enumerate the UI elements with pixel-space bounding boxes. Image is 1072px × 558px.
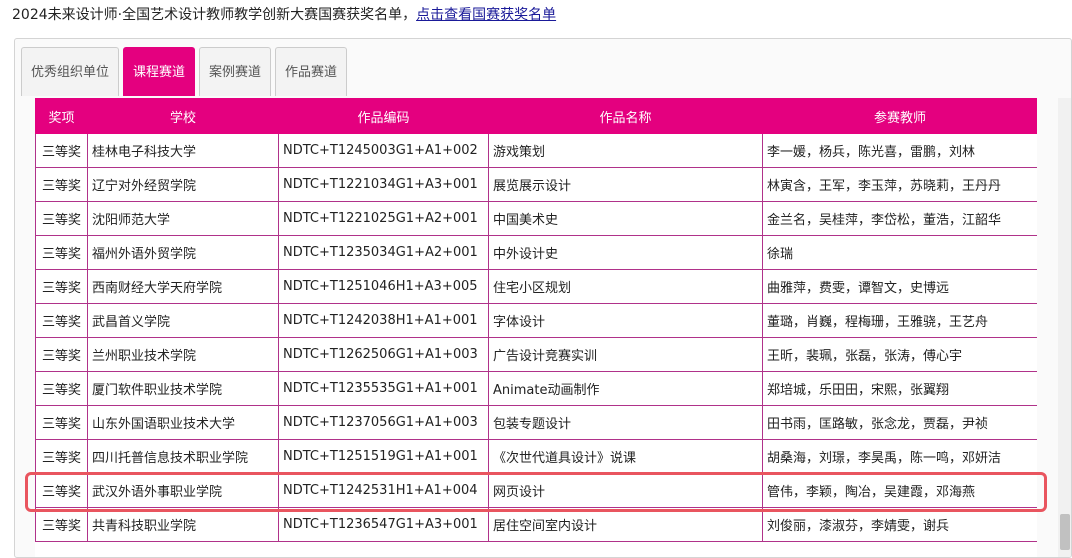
cell-school: 武昌首义学院: [87, 303, 279, 338]
table-row: 三等奖 四川托普信息技术职业学院 NDTC+T1251519G1+A1+001 …: [35, 439, 1037, 474]
cell-teachers: 郑培城，乐田田，宋熙，张翼翔: [762, 371, 1037, 406]
content-panel: 优秀组织单位 课程赛道 案例赛道 作品赛道 奖项 学校 作品编码 作品名称 参赛…: [14, 38, 1072, 558]
cell-teachers: 王昕，裴珮，张磊，张涛，傅心宇: [762, 337, 1037, 372]
cell-work-name: 网页设计: [488, 473, 763, 508]
cell-teachers: 董璐，肖巍，程梅珊，王雅骁，王艺舟: [762, 303, 1037, 338]
cell-work-name: 《次世代道具设计》说课: [488, 439, 763, 474]
cell-school: 辽宁对外经贸学院: [87, 167, 279, 202]
table-row: 三等奖 桂林电子科技大学 NDTC+T1245003G1+A1+002 游戏策划…: [35, 133, 1037, 168]
cell-award: 三等奖: [35, 337, 88, 372]
cell-work-name: 居住空间室内设计: [488, 507, 763, 542]
cell-work-name: 住宅小区规划: [488, 269, 763, 304]
cell-work-code: NDTC+T1221025G1+A2+001: [278, 201, 489, 236]
cell-award: 三等奖: [35, 473, 88, 508]
header-award: 奖项: [35, 98, 88, 134]
cell-award: 三等奖: [35, 133, 88, 168]
cell-teachers: 田书雨，匡路敏，张念龙，贾磊，尹祯: [762, 405, 1037, 440]
cell-teachers: 金兰名，吴桂萍，李岱松，董浩，江韶华: [762, 201, 1037, 236]
table-row: 三等奖 共青科技职业学院 NDTC+T1236547G1+A3+001 居住空间…: [35, 507, 1037, 542]
cell-work-name: 广告设计竞赛实训: [488, 337, 763, 372]
cell-work-code: NDTC+T1221034G1+A3+001: [278, 167, 489, 202]
winners-list-link[interactable]: 点击查看国赛获奖名单: [416, 7, 556, 23]
cell-work-name: 中国美术史: [488, 201, 763, 236]
cell-work-name: 包装专题设计: [488, 405, 763, 440]
tab-course-track[interactable]: 课程赛道: [123, 47, 195, 96]
cell-work-code: NDTC+T1235034G1+A2+001: [278, 235, 489, 270]
cell-school: 山东外国语职业技术大学: [87, 405, 279, 440]
cell-work-code: NDTC+T1251519G1+A1+001: [278, 439, 489, 474]
cell-work-name: 游戏策划: [488, 133, 763, 168]
tab-excellent-organization[interactable]: 优秀组织单位: [21, 47, 119, 96]
cell-school: 西南财经大学天府学院: [87, 269, 279, 304]
cell-school: 兰州职业技术学院: [87, 337, 279, 372]
table-header-row: 奖项 学校 作品编码 作品名称 参赛教师: [35, 98, 1037, 134]
tab-case-track[interactable]: 案例赛道: [199, 47, 271, 96]
vertical-scrollbar[interactable]: [1058, 98, 1071, 557]
announcement-text: 2024未来设计师·全国艺术设计教师教学创新大赛国赛获奖名单，: [12, 7, 417, 23]
tab-works-track[interactable]: 作品赛道: [275, 47, 347, 96]
cell-school: 福州外语外贸学院: [87, 235, 279, 270]
results-table-container: 奖项 学校 作品编码 作品名称 参赛教师 三等奖 桂林电子科技大学 NDTC+T…: [35, 98, 1037, 557]
cell-teachers: 刘俊丽，漆淑芬，李婧雯，谢兵: [762, 507, 1037, 542]
scrollbar-thumb[interactable]: [1060, 514, 1070, 550]
cell-work-code: NDTC+T1237056G1+A1+003: [278, 405, 489, 440]
cell-school: 共青科技职业学院: [87, 507, 279, 542]
cell-award: 三等奖: [35, 167, 88, 202]
cell-work-code: NDTC+T1262506G1+A1+003: [278, 337, 489, 372]
cell-work-code: NDTC+T1242531H1+A1+004: [278, 473, 489, 508]
cell-school: 武汉外语外事职业学院: [87, 473, 279, 508]
cell-award: 三等奖: [35, 439, 88, 474]
cell-school: 四川托普信息技术职业学院: [87, 439, 279, 474]
cell-teachers: 李一媛，杨兵，陈光喜，雷鹏，刘林: [762, 133, 1037, 168]
table-row: 三等奖 山东外国语职业技术大学 NDTC+T1237056G1+A1+003 包…: [35, 405, 1037, 440]
cell-award: 三等奖: [35, 371, 88, 406]
cell-award: 三等奖: [35, 507, 88, 542]
cell-work-code: NDTC+T1242038H1+A1+001: [278, 303, 489, 338]
cell-teachers: 胡桑海，刘璟，李昊禹，陈一鸣，邓妍洁: [762, 439, 1037, 474]
cell-award: 三等奖: [35, 201, 88, 236]
header-work-code: 作品编码: [278, 98, 489, 134]
cell-work-name: Animate动画制作: [488, 371, 763, 406]
table-row: 三等奖 福州外语外贸学院 NDTC+T1235034G1+A2+001 中外设计…: [35, 235, 1037, 270]
cell-award: 三等奖: [35, 235, 88, 270]
cell-work-name: 中外设计史: [488, 235, 763, 270]
cell-school: 沈阳师范大学: [87, 201, 279, 236]
table-row: 三等奖 兰州职业技术学院 NDTC+T1262506G1+A1+003 广告设计…: [35, 337, 1037, 372]
cell-work-name: 字体设计: [488, 303, 763, 338]
cell-teachers: 林寅含，王军，李玉萍，苏晓莉，王丹丹: [762, 167, 1037, 202]
cell-award: 三等奖: [35, 405, 88, 440]
table-row: 三等奖 辽宁对外经贸学院 NDTC+T1221034G1+A3+001 展览展示…: [35, 167, 1037, 202]
cell-work-code: NDTC+T1251046H1+A3+005: [278, 269, 489, 304]
cell-work-code: NDTC+T1235535G1+A1+001: [278, 371, 489, 406]
announcement-line: 2024未来设计师·全国艺术设计教师教学创新大赛国赛获奖名单，点击查看国赛获奖名…: [12, 5, 556, 25]
cell-school: 桂林电子科技大学: [87, 133, 279, 168]
table-row: 三等奖 沈阳师范大学 NDTC+T1221025G1+A2+001 中国美术史 …: [35, 201, 1037, 236]
header-school: 学校: [87, 98, 279, 134]
cell-award: 三等奖: [35, 303, 88, 338]
cell-work-code: NDTC+T1236547G1+A3+001: [278, 507, 489, 542]
cell-work-code: NDTC+T1245003G1+A1+002: [278, 133, 489, 168]
results-table: 奖项 学校 作品编码 作品名称 参赛教师 三等奖 桂林电子科技大学 NDTC+T…: [35, 98, 1037, 542]
table-row: 三等奖 厦门软件职业技术学院 NDTC+T1235535G1+A1+001 An…: [35, 371, 1037, 406]
cell-work-name: 展览展示设计: [488, 167, 763, 202]
table-row: 三等奖 武昌首义学院 NDTC+T1242038H1+A1+001 字体设计 董…: [35, 303, 1037, 338]
header-work-name: 作品名称: [488, 98, 763, 134]
cell-teachers: 徐瑞: [762, 235, 1037, 270]
cell-school: 厦门软件职业技术学院: [87, 371, 279, 406]
header-teachers: 参赛教师: [762, 98, 1037, 134]
cell-teachers: 管伟，李颖，陶冶，吴建霞，邓海燕: [762, 473, 1037, 508]
cell-award: 三等奖: [35, 269, 88, 304]
table-row: 三等奖 西南财经大学天府学院 NDTC+T1251046H1+A3+005 住宅…: [35, 269, 1037, 304]
table-row-highlighted: 三等奖 武汉外语外事职业学院 NDTC+T1242531H1+A1+004 网页…: [35, 473, 1037, 508]
cell-teachers: 曲雅萍，费雯，谭智文，史博远: [762, 269, 1037, 304]
